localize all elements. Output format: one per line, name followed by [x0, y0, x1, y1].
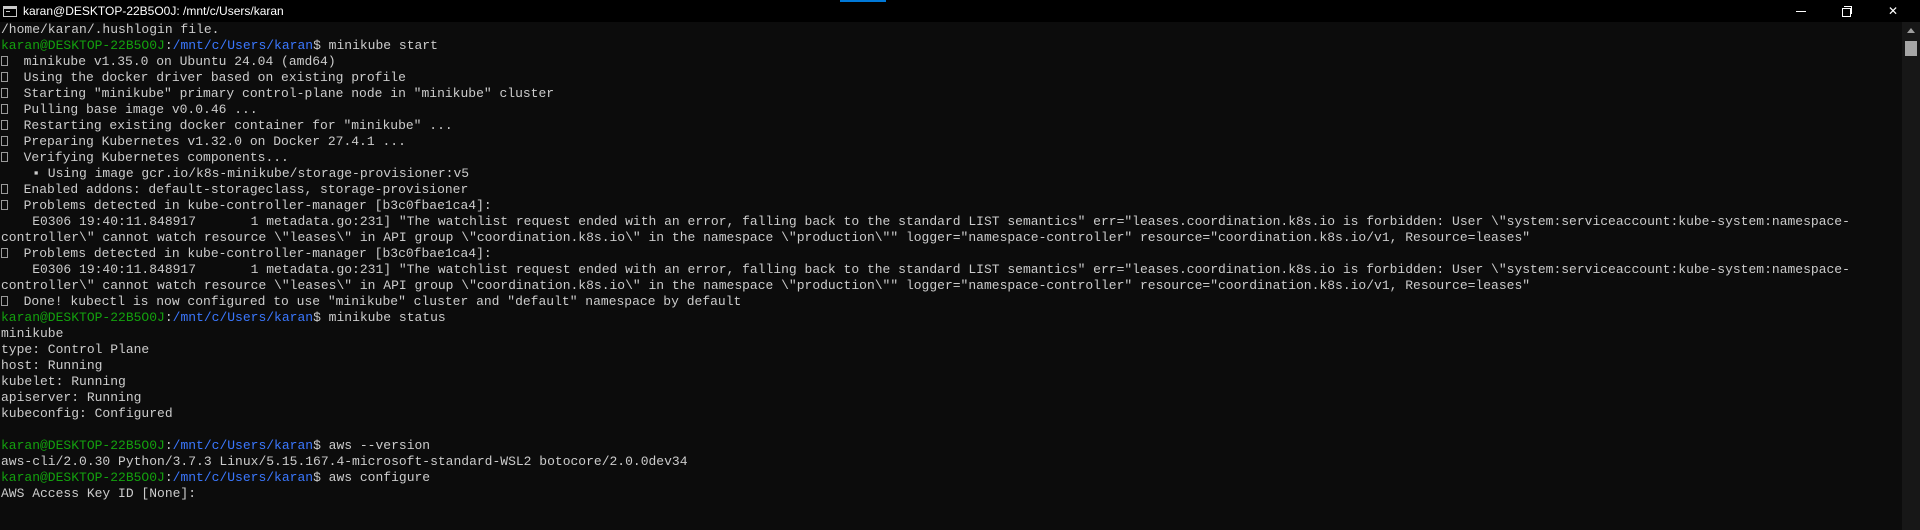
output-text: E0306 19:40:11.848917 1 metadata.go:231]… — [1, 214, 1850, 229]
prompt-line: karan@DESKTOP-22B5O0J:/mnt/c/Users/karan… — [1, 470, 1902, 486]
output-line: E0306 19:40:11.848917 1 metadata.go:231]… — [1, 214, 1902, 230]
output-text: host: Running — [1, 358, 103, 373]
missing-glyph-icon — [1, 72, 8, 82]
close-button[interactable]: ✕ — [1870, 0, 1916, 22]
output-line: Verifying Kubernetes components... — [1, 150, 1902, 166]
output-line: type: Control Plane — [1, 342, 1902, 358]
output-line: Problems detected in kube-controller-man… — [1, 246, 1902, 262]
prompt-path: /mnt/c/Users/karan — [172, 310, 314, 325]
output-text: AWS Access Key ID [None]: — [1, 486, 197, 501]
output-line: kubeconfig: Configured — [1, 406, 1902, 422]
output-line: Restarting existing docker container for… — [1, 118, 1902, 134]
output-text: Pulling base image v0.0.46 ... — [8, 102, 258, 117]
output-text: Starting "minikube" primary control-plan… — [8, 86, 555, 101]
missing-glyph-icon — [1, 184, 8, 194]
restore-icon — [1842, 6, 1852, 17]
scroll-thumb[interactable] — [1905, 41, 1917, 56]
output-text: Problems detected in kube-controller-man… — [8, 246, 492, 261]
prompt-line: karan@DESKTOP-22B5O0J:/mnt/c/Users/karan… — [1, 310, 1902, 326]
prompt-path: /mnt/c/Users/karan — [172, 438, 314, 453]
output-text: controller\" cannot watch resource \"lea… — [1, 230, 1531, 245]
output-text: Using the docker driver based on existin… — [8, 70, 406, 85]
output-line: Problems detected in kube-controller-man… — [1, 198, 1902, 214]
output-line: aws-cli/2.0.30 Python/3.7.3 Linux/5.15.1… — [1, 454, 1902, 470]
output-text: kubelet: Running — [1, 374, 126, 389]
vertical-scrollbar[interactable] — [1902, 22, 1920, 530]
prompt-separator: : — [164, 470, 173, 485]
output-text: /home/karan/.hushlogin file. — [1, 22, 220, 37]
scroll-up-button[interactable] — [1902, 24, 1920, 36]
prompt-separator: : — [164, 438, 173, 453]
output-line: minikube v1.35.0 on Ubuntu 24.04 (amd64) — [1, 54, 1902, 70]
output-line: Enabled addons: default-storageclass, st… — [1, 182, 1902, 198]
title-accent-bar — [840, 0, 886, 2]
command-text: $ minikube status — [313, 310, 446, 325]
missing-glyph-icon — [1, 120, 8, 130]
title-bar[interactable]: karan@DESKTOP-22B5O0J: /mnt/c/Users/kara… — [0, 0, 1920, 22]
output-text: type: Control Plane — [1, 342, 150, 357]
prompt-path: /mnt/c/Users/karan — [172, 38, 314, 53]
arrow-up-icon — [1907, 27, 1915, 33]
output-text: kubeconfig: Configured — [1, 406, 173, 421]
command-text: $ aws configure — [313, 470, 431, 485]
terminal-icon[interactable] — [3, 5, 17, 17]
output-line: controller\" cannot watch resource \"lea… — [1, 278, 1902, 294]
output-text: Problems detected in kube-controller-man… — [8, 198, 492, 213]
output-text: Preparing Kubernetes v1.32.0 on Docker 2… — [8, 134, 406, 149]
output-line: apiserver: Running — [1, 390, 1902, 406]
prompt-user: karan@DESKTOP-22B5O0J — [1, 310, 165, 325]
missing-glyph-icon — [1, 104, 8, 114]
output-line: kubelet: Running — [1, 374, 1902, 390]
maximize-button[interactable] — [1824, 0, 1870, 22]
output-line: Preparing Kubernetes v1.32.0 on Docker 2… — [1, 134, 1902, 150]
output-text: Done! kubectl is now configured to use "… — [8, 294, 742, 309]
missing-glyph-icon — [1, 248, 8, 258]
output-text: ▪ Using image gcr.io/k8s-minikube/storag… — [1, 166, 470, 181]
prompt-line: karan@DESKTOP-22B5O0J:/mnt/c/Users/karan… — [1, 38, 1902, 54]
command-text: $ minikube start — [313, 38, 438, 53]
missing-glyph-icon — [1, 152, 8, 162]
output-line: ▪ Using image gcr.io/k8s-minikube/storag… — [1, 166, 1902, 182]
terminal-window: karan@DESKTOP-22B5O0J: /mnt/c/Users/kara… — [0, 0, 1920, 530]
missing-glyph-icon — [1, 56, 8, 66]
output-text: Restarting existing docker container for… — [8, 118, 453, 133]
minimize-icon — [1796, 10, 1806, 12]
output-text: Enabled addons: default-storageclass, st… — [8, 182, 469, 197]
output-line: host: Running — [1, 358, 1902, 374]
output-text: controller\" cannot watch resource \"lea… — [1, 278, 1531, 293]
missing-glyph-icon — [1, 136, 8, 146]
missing-glyph-icon — [1, 200, 8, 210]
prompt-path: /mnt/c/Users/karan — [172, 470, 314, 485]
output-text: apiserver: Running — [1, 390, 142, 405]
output-text: minikube v1.35.0 on Ubuntu 24.04 (amd64) — [8, 54, 336, 69]
output-text: Verifying Kubernetes components... — [8, 150, 289, 165]
output-text: aws-cli/2.0.30 Python/3.7.3 Linux/5.15.1… — [1, 454, 688, 469]
minimize-button[interactable] — [1778, 0, 1824, 22]
prompt-separator: : — [164, 310, 173, 325]
output-line: Pulling base image v0.0.46 ... — [1, 102, 1902, 118]
missing-glyph-icon — [1, 296, 8, 306]
output-line: minikube — [1, 326, 1902, 342]
output-line: E0306 19:40:11.848917 1 metadata.go:231]… — [1, 262, 1902, 278]
output-line: controller\" cannot watch resource \"lea… — [1, 230, 1902, 246]
prompt-line: karan@DESKTOP-22B5O0J:/mnt/c/Users/karan… — [1, 438, 1902, 454]
missing-glyph-icon — [1, 88, 8, 98]
prompt-user: karan@DESKTOP-22B5O0J — [1, 38, 165, 53]
output-line: AWS Access Key ID [None]: — [1, 486, 1902, 502]
window-title: karan@DESKTOP-22B5O0J: /mnt/c/Users/kara… — [23, 4, 284, 18]
output-line: /home/karan/.hushlogin file. — [1, 22, 1902, 38]
prompt-user: karan@DESKTOP-22B5O0J — [1, 438, 165, 453]
output-text: minikube — [1, 326, 64, 341]
close-icon: ✕ — [1887, 4, 1899, 18]
output-line: Starting "minikube" primary control-plan… — [1, 86, 1902, 102]
output-text: E0306 19:40:11.848917 1 metadata.go:231]… — [1, 262, 1850, 277]
prompt-user: karan@DESKTOP-22B5O0J — [1, 470, 165, 485]
prompt-separator: : — [164, 38, 173, 53]
terminal-output[interactable]: /home/karan/.hushlogin file. karan@DESKTO… — [0, 22, 1902, 530]
output-line: Using the docker driver based on existin… — [1, 70, 1902, 86]
output-line: Done! kubectl is now configured to use "… — [1, 294, 1902, 310]
command-text: $ aws --version — [313, 438, 431, 453]
